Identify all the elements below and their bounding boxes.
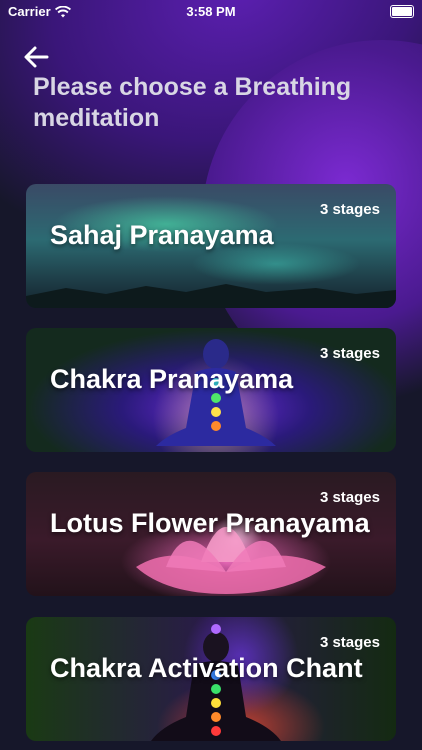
meditation-card-sahaj[interactable]: 3 stages Sahaj Pranayama <box>26 184 396 308</box>
status-time: 3:58 PM <box>186 4 236 19</box>
battery-icon <box>390 5 414 18</box>
page-title: Please choose a Breathing meditation <box>33 73 352 132</box>
meditation-card-lotus[interactable]: 3 stages Lotus Flower Pranayama <box>26 472 396 596</box>
stage-count: 3 stages <box>319 201 380 218</box>
arrow-left-icon <box>24 46 49 68</box>
meditation-card-chakra[interactable]: 3 stages Chakra Pranayama <box>26 328 396 452</box>
meditation-name: Lotus Flower Pranayama <box>50 508 370 538</box>
stage-count: 3 stages <box>319 489 380 506</box>
meditation-name: Chakra Activation Chant <box>50 653 363 683</box>
stage-count: 3 stages <box>319 345 380 362</box>
status-bar: Carrier 3:58 PM <box>0 0 422 22</box>
meditation-name: Chakra Pranayama <box>50 364 294 394</box>
back-button[interactable] <box>22 44 50 70</box>
meditation-card-chakra-activation[interactable]: 3 stages Chakra Activation Chant <box>26 617 396 741</box>
meditation-name: Sahaj Pranayama <box>50 220 274 250</box>
stage-count: 3 stages <box>319 634 380 651</box>
